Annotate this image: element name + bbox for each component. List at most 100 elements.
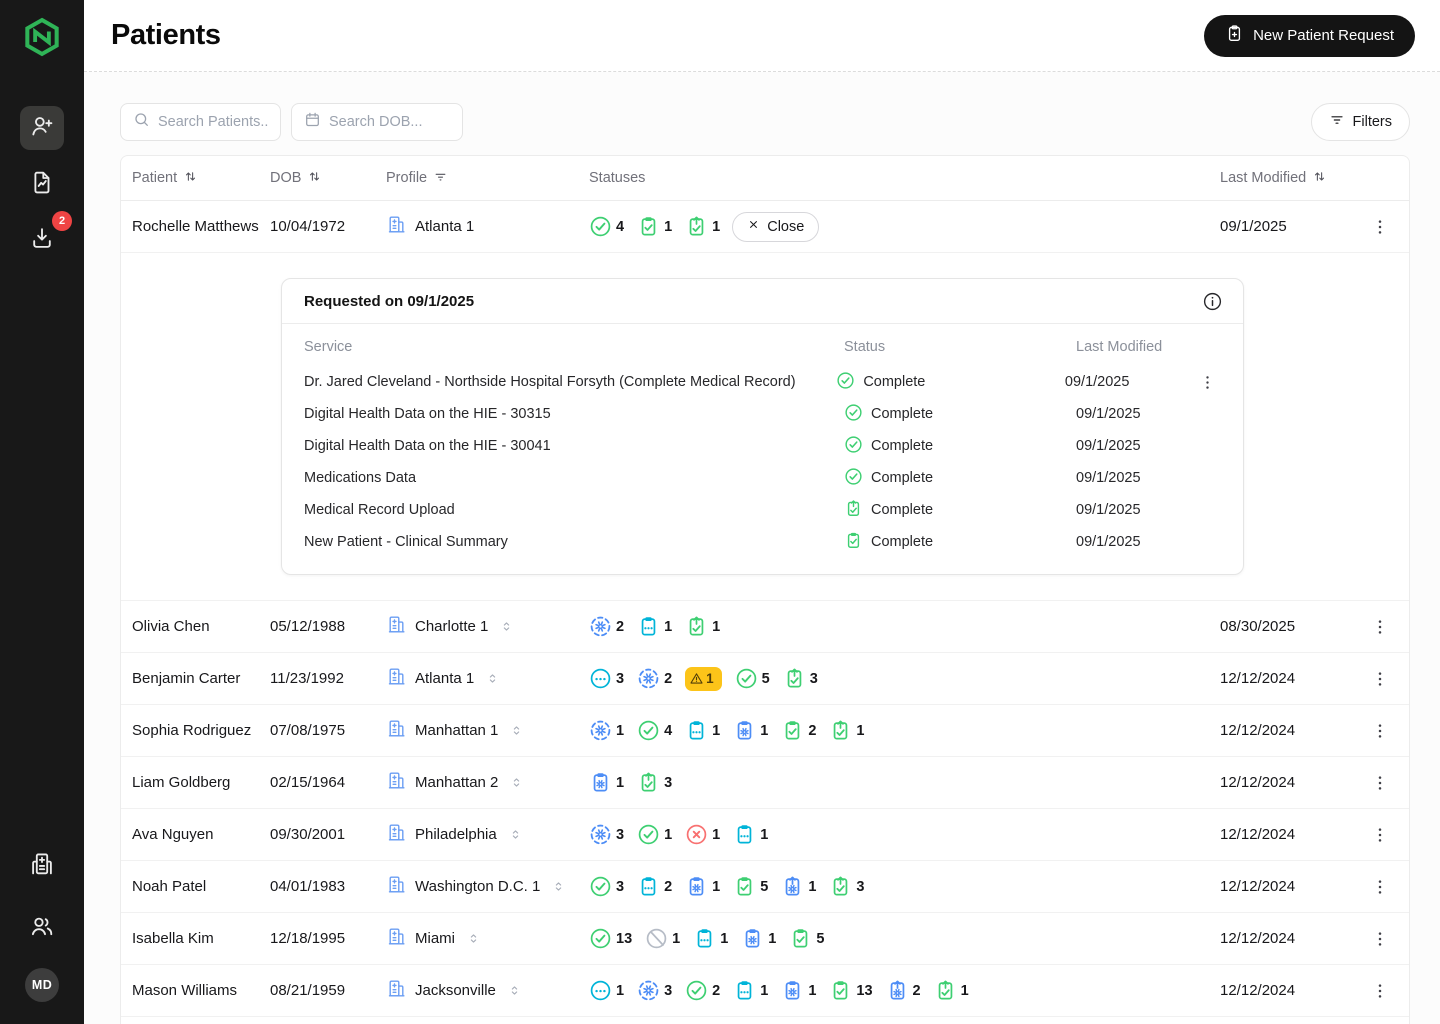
sidebar-item-new-patient[interactable]	[20, 106, 64, 150]
profile-switcher[interactable]	[509, 775, 524, 790]
status-group[interactable]: 13	[589, 927, 632, 950]
status-complete-icon	[637, 719, 660, 742]
profile-switcher[interactable]	[485, 671, 500, 686]
patient-row[interactable]: Rochelle Matthews 10/04/1972 Atlanta 1 4…	[121, 201, 1409, 253]
status-group[interactable]: 5	[789, 927, 824, 950]
status-group[interactable]: 1	[637, 823, 672, 846]
patient-row[interactable]: Noah Patel 04/01/1983 Washington D.C. 1 …	[121, 861, 1409, 913]
patient-row[interactable]: Sophia Rodriguez 07/08/1975 Manhattan 1 …	[121, 705, 1409, 757]
status-group[interactable]: 1	[934, 979, 969, 1002]
status-group[interactable]: 1	[637, 215, 672, 238]
row-menu-button[interactable]	[1366, 821, 1394, 849]
profile-switcher[interactable]	[507, 983, 522, 998]
status-group[interactable]: 2	[637, 875, 672, 898]
sidebar-item-reports[interactable]	[20, 162, 64, 206]
service-menu-button[interactable]	[1193, 368, 1221, 396]
profile-switcher[interactable]	[499, 619, 514, 634]
sort-icon[interactable]	[1312, 169, 1327, 188]
status-group[interactable]: 1	[637, 615, 672, 638]
status-group[interactable]: 1	[589, 719, 624, 742]
status-group[interactable]: 2	[886, 979, 921, 1002]
status-group[interactable]: 13	[829, 979, 872, 1002]
patient-row[interactable]: Mason Williams 08/21/1959 Jacksonville 1…	[121, 965, 1409, 1017]
status-cancelled-icon	[645, 927, 668, 950]
search-patients-input[interactable]	[158, 114, 268, 130]
patient-row[interactable]: Isabella Kim 12/18/1995 Miami 131115 12/…	[121, 913, 1409, 965]
new-patient-request-button[interactable]: New Patient Request	[1204, 15, 1415, 57]
status-group[interactable]: 2	[781, 719, 816, 742]
status-group[interactable]: 1	[685, 215, 720, 238]
status-group[interactable]: 5	[735, 667, 770, 690]
row-menu-button[interactable]	[1366, 977, 1394, 1005]
column-header-patient[interactable]: Patient	[121, 169, 270, 188]
row-menu-button[interactable]	[1366, 925, 1394, 953]
status-group[interactable]: 1	[685, 719, 720, 742]
status-group[interactable]: 1	[741, 927, 776, 950]
patient-row[interactable]: Liam Goldberg 02/15/1964 Manhattan 2 13 …	[121, 757, 1409, 809]
info-icon[interactable]	[1202, 291, 1223, 312]
status-group[interactable]: 3	[589, 823, 624, 846]
filter-icon[interactable]	[433, 169, 448, 188]
status-group[interactable]: 1	[685, 823, 720, 846]
service-row: Medical Record Upload Complete 09/1/2025	[304, 494, 1221, 526]
status-group[interactable]: 3	[783, 667, 818, 690]
column-header-profile[interactable]: Profile	[386, 169, 589, 188]
status-list: 211	[589, 615, 720, 638]
status-group[interactable]: 3	[637, 979, 672, 1002]
row-menu-button[interactable]	[1366, 717, 1394, 745]
sidebar-item-facilities[interactable]	[20, 844, 64, 888]
sort-icon[interactable]	[183, 169, 198, 188]
status-group[interactable]: 1	[589, 979, 624, 1002]
patient-profile: Atlanta 1	[386, 214, 589, 239]
status-group[interactable]: 1	[733, 823, 768, 846]
status-group[interactable]: 4	[589, 215, 624, 238]
column-header-dob[interactable]: DOB	[270, 169, 386, 188]
status-group[interactable]: 1	[733, 979, 768, 1002]
status-group[interactable]: 1	[733, 719, 768, 742]
patient-row[interactable]: Ava Nguyen 09/30/2001 Philadelphia 3111 …	[121, 809, 1409, 861]
service-row: Digital Health Data on the HIE - 30041 C…	[304, 430, 1221, 462]
patient-dob: 08/21/1959	[270, 982, 386, 999]
status-group[interactable]: 1	[645, 927, 680, 950]
status-group[interactable]: 3	[589, 667, 624, 690]
profile-switcher[interactable]	[508, 827, 523, 842]
brand-logo-icon[interactable]	[19, 14, 65, 60]
sidebar-item-downloads[interactable]: 2	[20, 218, 64, 262]
row-menu-button[interactable]	[1366, 665, 1394, 693]
patient-row-partial[interactable]	[121, 1017, 1409, 1024]
patient-row[interactable]: Olivia Chen 05/12/1988 Charlotte 1 211 0…	[121, 601, 1409, 653]
profile-switcher[interactable]	[466, 931, 481, 946]
status-group[interactable]: 1	[693, 927, 728, 950]
row-menu-button[interactable]	[1366, 873, 1394, 901]
row-menu-button[interactable]	[1366, 213, 1394, 241]
column-header-last-modified[interactable]: Last Modified	[1220, 169, 1350, 188]
row-menu-button[interactable]	[1366, 769, 1394, 797]
status-group[interactable]: 1	[685, 875, 720, 898]
profile-switcher[interactable]	[551, 879, 566, 894]
status-group[interactable]: 3	[829, 875, 864, 898]
filters-button[interactable]: Filters	[1311, 103, 1410, 141]
status-group[interactable]: 2	[589, 615, 624, 638]
sidebar-item-team[interactable]	[20, 906, 64, 950]
warning-status-badge[interactable]: 1	[685, 667, 722, 691]
service-name: Medications Data	[304, 470, 844, 486]
patient-row[interactable]: Benjamin Carter 11/23/1992 Atlanta 1 321…	[121, 653, 1409, 705]
status-group[interactable]: 1	[589, 771, 624, 794]
status-group[interactable]: 2	[637, 667, 672, 690]
patient-rows: Rochelle Matthews 10/04/1972 Atlanta 1 4…	[121, 201, 1409, 1024]
user-avatar[interactable]: MD	[25, 968, 59, 1002]
status-group[interactable]: 1	[781, 979, 816, 1002]
status-group[interactable]: 2	[685, 979, 720, 1002]
search-dob-input[interactable]	[329, 114, 450, 130]
status-group[interactable]: 3	[589, 875, 624, 898]
status-group[interactable]: 5	[733, 875, 768, 898]
profile-switcher[interactable]	[509, 723, 524, 738]
status-group[interactable]: 1	[829, 719, 864, 742]
row-menu-button[interactable]	[1366, 613, 1394, 641]
status-group[interactable]: 3	[637, 771, 672, 794]
close-expanded-button[interactable]: Close	[732, 212, 819, 242]
status-group[interactable]: 1	[781, 875, 816, 898]
status-group[interactable]: 1	[685, 615, 720, 638]
status-group[interactable]: 4	[637, 719, 672, 742]
sort-icon[interactable]	[307, 169, 322, 188]
